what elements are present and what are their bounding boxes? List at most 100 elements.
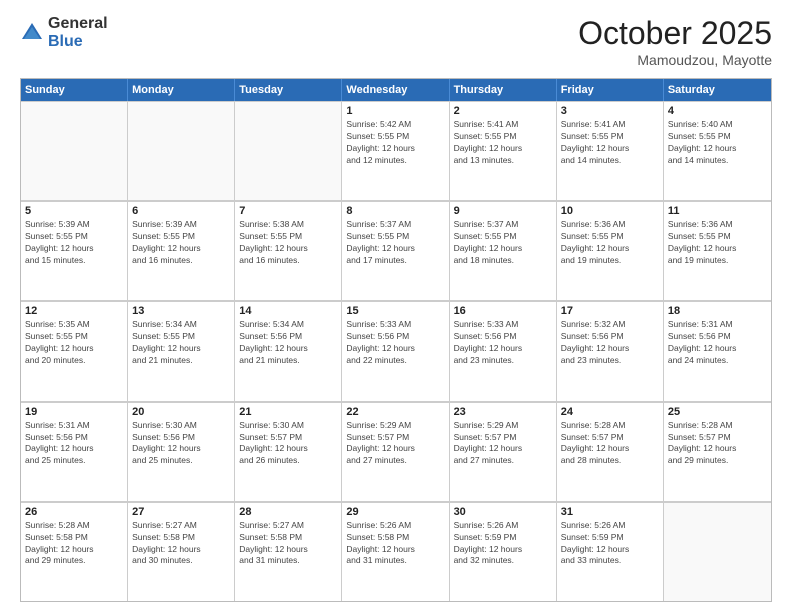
day-cell-19: 19Sunrise: 5:31 AM Sunset: 5:56 PM Dayli… xyxy=(21,402,128,501)
day-number: 15 xyxy=(346,305,444,317)
day-header-monday: Monday xyxy=(128,79,235,101)
day-number: 13 xyxy=(132,305,230,317)
day-cell-21: 21 Sunrise: 5:30 AM Sunset: 5:57 PM Dayli… xyxy=(235,402,342,501)
logo-blue-text: Blue xyxy=(48,33,108,51)
day-cell-15: 15 Sunrise: 5:33 AM Sunset: 5:56 PM Dayli… xyxy=(342,301,449,400)
day-cell-7: 7 Sunrise: 5:38 AM Sunset: 5:55 PM Daylig… xyxy=(235,201,342,300)
day-cell-14: 14 Sunrise: 5:34 AM Sunset: 5:56 PM Dayli… xyxy=(235,301,342,400)
calendar-row-3: 12 Sunrise: 5:35 AM Sunset: 5:55 PM Dayli… xyxy=(21,301,771,401)
day-info: Sunrise: 5:37 AM Sunset: 5:55 PM Dayligh… xyxy=(454,219,552,267)
day-cell-empty xyxy=(21,101,128,200)
day-info: Sunrise: 5:26 AM Sunset: 5:59 PM Dayligh… xyxy=(454,520,552,568)
day-number: 30 xyxy=(454,506,552,518)
day-info: Sunrise: 5:31 AM Sunset: 5:56 PM Dayligh… xyxy=(668,319,767,367)
day-info: Sunrise: 5:26 AM Sunset: 5:59 PM Dayligh… xyxy=(561,520,659,568)
day-number: 24 xyxy=(561,406,659,418)
calendar-row-2: 5 Sunrise: 5:39 AM Sunset: 5:55 PM Daylig… xyxy=(21,201,771,301)
calendar-body: 1 Sunrise: 5:42 AM Sunset: 5:55 PM Daylig… xyxy=(21,101,771,601)
day-cell-18: 18Sunrise: 5:31 AM Sunset: 5:56 PM Dayli… xyxy=(664,301,771,400)
day-cell-empty xyxy=(664,502,771,601)
day-number: 1 xyxy=(346,105,444,117)
day-number: 2 xyxy=(454,105,552,117)
day-cell-31: 31 Sunrise: 5:26 AM Sunset: 5:59 PM Dayli… xyxy=(557,502,664,601)
day-info: Sunrise: 5:34 AM Sunset: 5:56 PM Dayligh… xyxy=(239,319,337,367)
day-info: Sunrise: 5:28 AM Sunset: 5:57 PM Dayligh… xyxy=(561,420,659,468)
day-info: Sunrise: 5:39 AM Sunset: 5:55 PM Dayligh… xyxy=(25,219,123,267)
day-cell-29: 29 Sunrise: 5:26 AM Sunset: 5:58 PM Dayli… xyxy=(342,502,449,601)
day-cell-empty xyxy=(235,101,342,200)
logo-general-text: General xyxy=(48,15,108,33)
day-number: 20 xyxy=(132,406,230,418)
page-header: General Blue October 2025 Mamoudzou, May… xyxy=(20,15,772,68)
day-number: 29 xyxy=(346,506,444,518)
day-info: Sunrise: 5:39 AM Sunset: 5:55 PM Dayligh… xyxy=(132,219,230,267)
day-info: Sunrise: 5:33 AM Sunset: 5:56 PM Dayligh… xyxy=(346,319,444,367)
day-cell-22: 22Sunrise: 5:29 AM Sunset: 5:57 PM Dayli… xyxy=(342,402,449,501)
logo-icon xyxy=(20,21,44,45)
day-cell-30: 30 Sunrise: 5:26 AM Sunset: 5:59 PM Dayli… xyxy=(450,502,557,601)
day-header-thursday: Thursday xyxy=(450,79,557,101)
day-cell-3: 3 Sunrise: 5:41 AM Sunset: 5:55 PM Daylig… xyxy=(557,101,664,200)
day-info: Sunrise: 5:36 AM Sunset: 5:55 PM Dayligh… xyxy=(561,219,659,267)
day-cell-16: 16Sunrise: 5:33 AM Sunset: 5:56 PM Dayli… xyxy=(450,301,557,400)
day-header-friday: Friday xyxy=(557,79,664,101)
day-cell-26: 26 Sunrise: 5:28 AM Sunset: 5:58 PM Dayli… xyxy=(21,502,128,601)
day-info: Sunrise: 5:41 AM Sunset: 5:55 PM Dayligh… xyxy=(561,119,659,167)
day-number: 7 xyxy=(239,205,337,217)
day-number: 16 xyxy=(454,305,552,317)
day-info: Sunrise: 5:29 AM Sunset: 5:57 PM Dayligh… xyxy=(346,420,444,468)
day-info: Sunrise: 5:30 AM Sunset: 5:56 PM Dayligh… xyxy=(132,420,230,468)
calendar: SundayMondayTuesdayWednesdayThursdayFrid… xyxy=(20,78,772,602)
day-info: Sunrise: 5:28 AM Sunset: 5:57 PM Dayligh… xyxy=(668,420,767,468)
day-info: Sunrise: 5:41 AM Sunset: 5:55 PM Dayligh… xyxy=(454,119,552,167)
day-cell-1: 1 Sunrise: 5:42 AM Sunset: 5:55 PM Daylig… xyxy=(342,101,449,200)
day-number: 31 xyxy=(561,506,659,518)
day-number: 19 xyxy=(25,406,123,418)
day-info: Sunrise: 5:27 AM Sunset: 5:58 PM Dayligh… xyxy=(132,520,230,568)
day-number: 6 xyxy=(132,205,230,217)
day-cell-24: 24 Sunrise: 5:28 AM Sunset: 5:57 PM Dayli… xyxy=(557,402,664,501)
day-header-tuesday: Tuesday xyxy=(235,79,342,101)
day-number: 28 xyxy=(239,506,337,518)
day-cell-27: 27 Sunrise: 5:27 AM Sunset: 5:58 PM Dayli… xyxy=(128,502,235,601)
day-number: 27 xyxy=(132,506,230,518)
day-cell-11: 11 Sunrise: 5:36 AM Sunset: 5:55 PM Dayli… xyxy=(664,201,771,300)
day-info: Sunrise: 5:42 AM Sunset: 5:55 PM Dayligh… xyxy=(346,119,444,167)
day-number: 10 xyxy=(561,205,659,217)
day-number: 5 xyxy=(25,205,123,217)
day-number: 26 xyxy=(25,506,123,518)
day-info: Sunrise: 5:36 AM Sunset: 5:55 PM Dayligh… xyxy=(668,219,767,267)
day-info: Sunrise: 5:38 AM Sunset: 5:55 PM Dayligh… xyxy=(239,219,337,267)
day-number: 3 xyxy=(561,105,659,117)
day-number: 11 xyxy=(668,205,767,217)
day-number: 17 xyxy=(561,305,659,317)
day-number: 25 xyxy=(668,406,767,418)
day-cell-17: 17Sunrise: 5:32 AM Sunset: 5:56 PM Dayli… xyxy=(557,301,664,400)
location: Mamoudzou, Mayotte xyxy=(578,52,772,68)
day-info: Sunrise: 5:35 AM Sunset: 5:55 PM Dayligh… xyxy=(25,319,123,367)
day-number: 9 xyxy=(454,205,552,217)
day-cell-empty xyxy=(128,101,235,200)
day-cell-10: 10 Sunrise: 5:36 AM Sunset: 5:55 PM Dayli… xyxy=(557,201,664,300)
day-header-wednesday: Wednesday xyxy=(342,79,449,101)
day-info: Sunrise: 5:30 AM Sunset: 5:57 PM Dayligh… xyxy=(239,420,337,468)
day-info: Sunrise: 5:26 AM Sunset: 5:58 PM Dayligh… xyxy=(346,520,444,568)
calendar-row-5: 26 Sunrise: 5:28 AM Sunset: 5:58 PM Dayli… xyxy=(21,502,771,601)
day-cell-5: 5 Sunrise: 5:39 AM Sunset: 5:55 PM Daylig… xyxy=(21,201,128,300)
day-header-sunday: Sunday xyxy=(21,79,128,101)
day-cell-23: 23Sunrise: 5:29 AM Sunset: 5:57 PM Dayli… xyxy=(450,402,557,501)
logo: General Blue xyxy=(20,15,108,50)
day-number: 21 xyxy=(239,406,337,418)
day-info: Sunrise: 5:29 AM Sunset: 5:57 PM Dayligh… xyxy=(454,420,552,468)
day-number: 4 xyxy=(668,105,767,117)
day-cell-9: 9 Sunrise: 5:37 AM Sunset: 5:55 PM Daylig… xyxy=(450,201,557,300)
day-cell-4: 4 Sunrise: 5:40 AM Sunset: 5:55 PM Daylig… xyxy=(664,101,771,200)
day-number: 14 xyxy=(239,305,337,317)
day-number: 8 xyxy=(346,205,444,217)
day-number: 12 xyxy=(25,305,123,317)
calendar-row-4: 19Sunrise: 5:31 AM Sunset: 5:56 PM Dayli… xyxy=(21,402,771,502)
day-info: Sunrise: 5:37 AM Sunset: 5:55 PM Dayligh… xyxy=(346,219,444,267)
day-info: Sunrise: 5:28 AM Sunset: 5:58 PM Dayligh… xyxy=(25,520,123,568)
day-cell-8: 8 Sunrise: 5:37 AM Sunset: 5:55 PM Daylig… xyxy=(342,201,449,300)
day-info: Sunrise: 5:40 AM Sunset: 5:55 PM Dayligh… xyxy=(668,119,767,167)
